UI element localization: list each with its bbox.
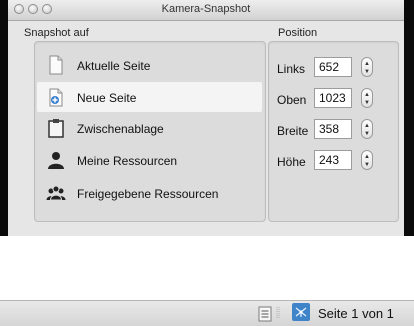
document-view-icon[interactable] — [258, 306, 272, 322]
snapshot-target-list: Aktuelle Seite Neue Seite Zwischenablage — [34, 41, 266, 222]
left-background-edge — [0, 0, 8, 236]
position-row-breite: Breite ▲▼ — [277, 119, 382, 141]
snapshot-group-label: Snapshot auf — [24, 27, 89, 39]
snapshot-item-label: Meine Ressourcen — [77, 154, 178, 168]
position-panel: Links ▲▼ Oben ▲▼ Breite ▲▼ Höhe ▲▼ — [268, 41, 399, 222]
position-row-links: Links ▲▼ — [277, 57, 382, 79]
page-icon — [49, 55, 63, 75]
snapshot-item-label: Zwischenablage — [77, 122, 164, 136]
links-stepper[interactable]: ▲ ▼ — [361, 57, 373, 77]
snapshot-item-neue-seite[interactable]: Neue Seite — [37, 82, 262, 112]
oben-stepper[interactable]: ▲ ▼ — [361, 88, 373, 108]
window-title: Kamera-Snapshot — [161, 3, 251, 15]
status-bar: Seite 1 von 1 — [0, 300, 414, 326]
position-row-oben: Oben ▲▼ — [277, 88, 382, 110]
breite-input[interactable] — [314, 119, 352, 139]
hoehe-input[interactable] — [314, 150, 352, 170]
right-background-edge — [404, 0, 414, 236]
snapshot-item-label: Freigegebene Ressourcen — [77, 187, 219, 201]
links-label: Links — [277, 62, 306, 76]
oben-input[interactable] — [314, 88, 352, 108]
clipboard-icon — [48, 119, 64, 138]
links-input[interactable] — [314, 57, 352, 77]
snapshot-item-freigegebene-ressourcen[interactable]: Freigegebene Ressourcen — [37, 178, 262, 208]
people-icon — [46, 185, 66, 201]
person-icon — [48, 152, 64, 169]
snapshot-item-meine-ressourcen[interactable]: Meine Ressourcen — [37, 145, 262, 175]
position-row-hoehe: Höhe ▲▼ — [277, 150, 382, 172]
page-indicator: Seite 1 von 1 — [318, 306, 394, 321]
snapshot-item-zwischenablage[interactable]: Zwischenablage — [37, 113, 262, 143]
breite-stepper[interactable]: ▲ ▼ — [361, 119, 373, 139]
separator-grip-icon — [276, 307, 280, 319]
snapshot-item-label: Aktuelle Seite — [77, 59, 151, 73]
network-tree-icon[interactable] — [292, 303, 310, 321]
new-page-icon — [49, 88, 63, 107]
snapshot-item-aktuelle-seite[interactable]: Aktuelle Seite — [37, 50, 262, 80]
position-group-label: Position — [278, 27, 318, 39]
oben-label: Oben — [277, 93, 307, 107]
snapshot-item-label: Neue Seite — [77, 91, 137, 105]
hoehe-stepper[interactable]: ▲ ▼ — [361, 150, 373, 170]
camera-snapshot-window: Kamera-Snapshot Snapshot auf Aktuelle Se… — [8, 0, 404, 236]
breite-label: Breite — [277, 124, 309, 138]
window-titlebar: Kamera-Snapshot — [8, 0, 404, 21]
hoehe-label: Höhe — [277, 155, 306, 169]
